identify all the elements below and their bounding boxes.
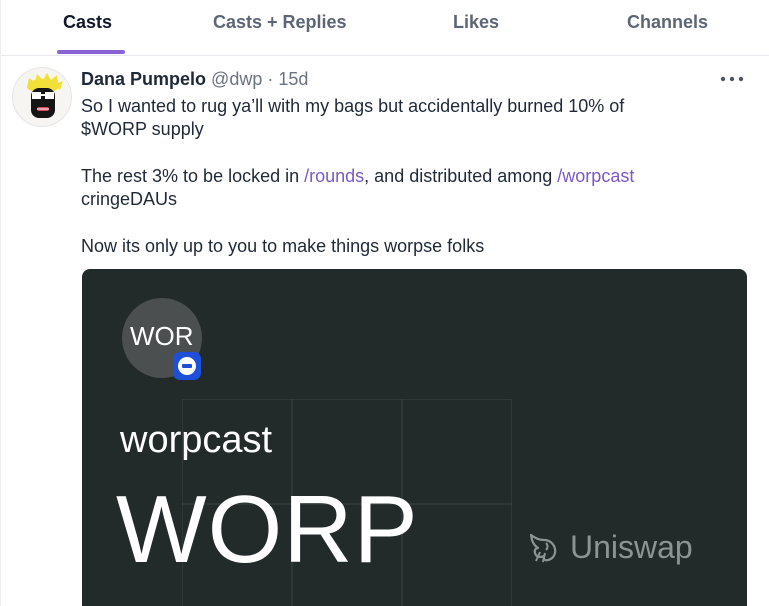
cast-text-line: $WORP supply — [81, 119, 204, 139]
tab-likes[interactable]: Likes — [453, 12, 499, 33]
avatar-image — [27, 73, 63, 118]
tab-casts[interactable]: Casts — [63, 12, 112, 33]
provider-name: Uniswap — [570, 529, 693, 565]
cast-text-segment: The rest 3% to be locked in — [81, 166, 305, 186]
timestamp[interactable]: 15d — [278, 69, 308, 89]
separator-dot: · — [267, 69, 274, 89]
cast-text-line: cringeDAUs — [81, 189, 178, 209]
embed-token-name: worpcast — [120, 419, 273, 461]
token-embed-card[interactable]: WOR worpcast WORP Uniswap — [82, 269, 747, 606]
avatar[interactable] — [12, 67, 72, 127]
more-options-button[interactable] — [717, 68, 749, 90]
embed-token-ticker: WORP — [116, 476, 419, 583]
cast-text-line: So I wanted to rug ya’ll with my bags bu… — [81, 96, 625, 116]
author-name[interactable]: Dana Pumpelo — [81, 69, 206, 89]
uniswap-unicorn-icon — [529, 533, 557, 563]
channel-link-worpcast[interactable]: /worpcast — [557, 166, 634, 186]
chain-badge-bar — [182, 364, 192, 368]
channel-link-rounds[interactable]: /rounds — [304, 166, 364, 186]
profile-feed: Casts Casts + Replies Likes Channels Dan… — [0, 0, 769, 606]
cast-text-line: The rest 3% to be locked in /rounds, and… — [81, 165, 634, 188]
token-symbol: WOR — [130, 321, 194, 351]
tab-casts-replies[interactable]: Casts + Replies — [213, 12, 347, 33]
more-horizontal-icon — [720, 76, 744, 82]
profile-tabs: Casts Casts + Replies Likes Channels — [1, 0, 769, 56]
tab-channels[interactable]: Channels — [627, 12, 708, 33]
cast-header: Dana Pumpelo @dwp · 15d — [81, 69, 308, 90]
base-chain-icon — [173, 352, 201, 380]
cast-text-segment: , and distributed among — [364, 166, 558, 186]
active-tab-indicator — [57, 50, 125, 54]
cast-text-line: Now its only up to you to make things wo… — [81, 236, 485, 256]
author-handle[interactable]: @dwp — [211, 69, 262, 89]
